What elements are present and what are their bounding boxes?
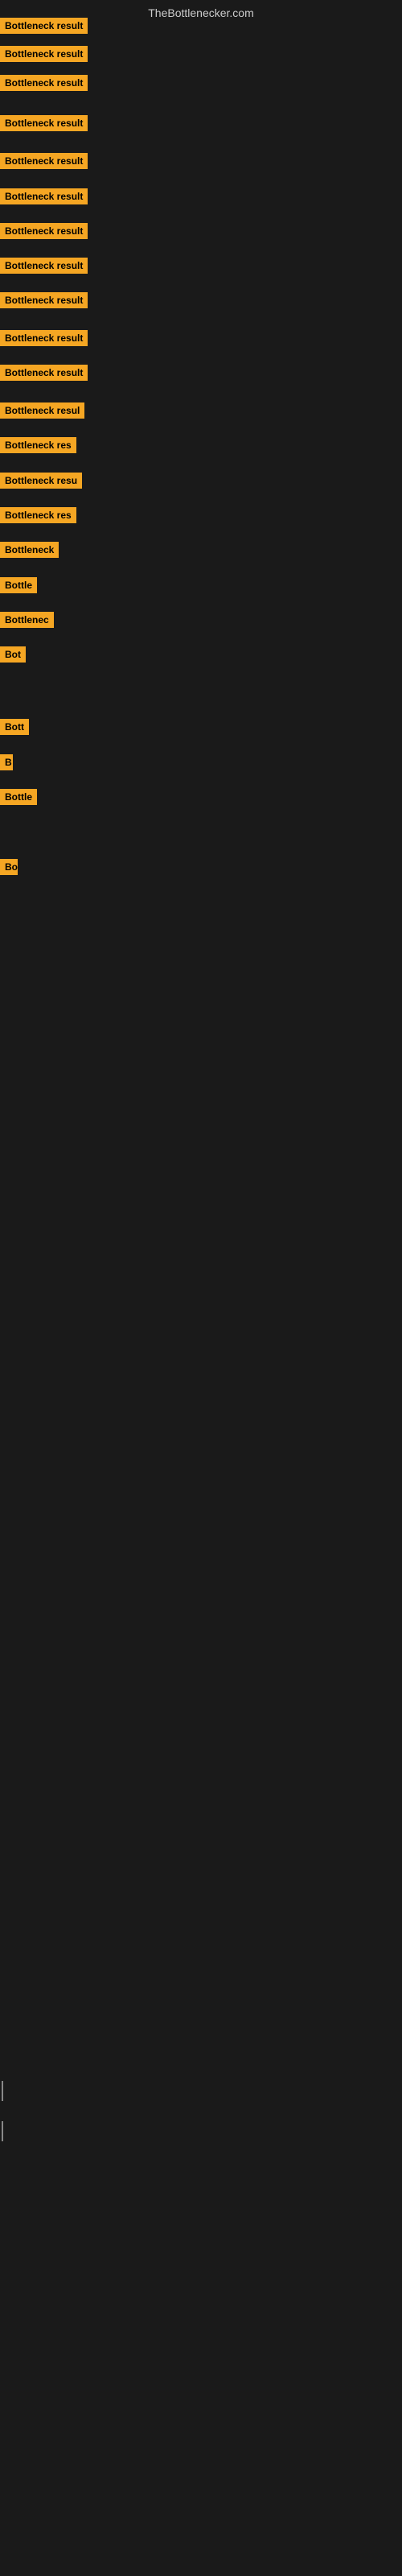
- bottleneck-badge-11: Bottleneck result: [0, 365, 88, 381]
- bottleneck-row-11: Bottleneck result: [0, 365, 88, 385]
- vertical-line-2: [2, 2121, 3, 2141]
- bottleneck-row-13: Bottleneck res: [0, 437, 76, 457]
- bottleneck-badge-2: Bottleneck result: [0, 46, 88, 62]
- bottleneck-badge-18: Bottlenec: [0, 612, 54, 628]
- bottleneck-row-16: Bottleneck: [0, 542, 59, 562]
- bottleneck-row-3: Bottleneck result: [0, 75, 88, 95]
- bottleneck-badge-13: Bottleneck res: [0, 437, 76, 453]
- bottleneck-badge-7: Bottleneck result: [0, 223, 88, 239]
- bottleneck-badge-5: Bottleneck result: [0, 153, 88, 169]
- bottleneck-row-19: Bot: [0, 646, 26, 667]
- bottleneck-row-10: Bottleneck result: [0, 330, 88, 350]
- bottleneck-row-18: Bottlenec: [0, 612, 54, 632]
- bottleneck-badge-12: Bottleneck resul: [0, 402, 84, 419]
- bottleneck-badge-17: Bottle: [0, 577, 37, 593]
- bottleneck-badge-9: Bottleneck result: [0, 292, 88, 308]
- bottleneck-row-1: Bottleneck result: [0, 18, 88, 38]
- bottleneck-row-17: Bottle: [0, 577, 37, 597]
- bottleneck-row-23: Bo: [0, 859, 18, 879]
- bottleneck-row-14: Bottleneck resu: [0, 473, 82, 493]
- bottleneck-badge-3: Bottleneck result: [0, 75, 88, 91]
- bottleneck-badge-6: Bottleneck result: [0, 188, 88, 204]
- bottleneck-badge-21: B: [0, 754, 13, 770]
- bottleneck-badge-22: Bottle: [0, 789, 37, 805]
- bottleneck-badge-14: Bottleneck resu: [0, 473, 82, 489]
- bottleneck-badge-15: Bottleneck res: [0, 507, 76, 523]
- bottleneck-row-5: Bottleneck result: [0, 153, 88, 173]
- bottleneck-row-8: Bottleneck result: [0, 258, 88, 278]
- bottleneck-badge-4: Bottleneck result: [0, 115, 88, 131]
- bottleneck-row-2: Bottleneck result: [0, 46, 88, 66]
- bottleneck-row-12: Bottleneck resul: [0, 402, 84, 423]
- bottleneck-badge-20: Bott: [0, 719, 29, 735]
- bottleneck-row-9: Bottleneck result: [0, 292, 88, 312]
- bottleneck-row-15: Bottleneck res: [0, 507, 76, 527]
- bottleneck-row-22: Bottle: [0, 789, 37, 809]
- bottleneck-badge-23: Bo: [0, 859, 18, 875]
- bottleneck-row-4: Bottleneck result: [0, 115, 88, 135]
- bottleneck-badge-1: Bottleneck result: [0, 18, 88, 34]
- bottleneck-row-20: Bott: [0, 719, 29, 739]
- bottleneck-badge-8: Bottleneck result: [0, 258, 88, 274]
- bottleneck-row-6: Bottleneck result: [0, 188, 88, 208]
- bottleneck-badge-16: Bottleneck: [0, 542, 59, 558]
- bottleneck-badge-10: Bottleneck result: [0, 330, 88, 346]
- bottleneck-row-21: B: [0, 754, 13, 774]
- vertical-line-1: [2, 2081, 3, 2101]
- bottleneck-row-7: Bottleneck result: [0, 223, 88, 243]
- bottleneck-badge-19: Bot: [0, 646, 26, 663]
